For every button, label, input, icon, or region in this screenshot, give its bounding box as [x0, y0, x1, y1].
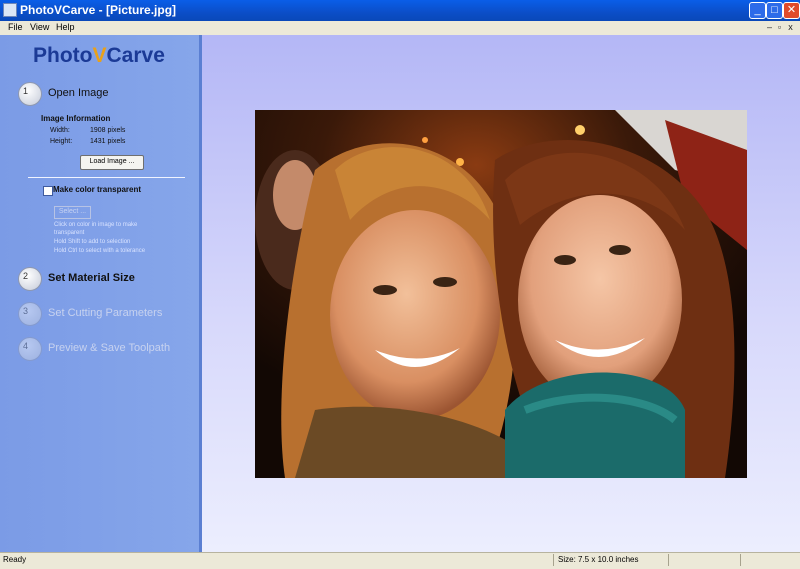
transparent-label: Make color transparent	[53, 185, 142, 194]
menu-bar: File View Help – ▫ x	[0, 21, 800, 35]
close-button[interactable]: ✕	[783, 2, 800, 19]
app-icon	[3, 3, 17, 17]
step-preview-save-toolpath[interactable]: Preview & Save Toolpath	[48, 342, 170, 354]
menu-help[interactable]: Help	[56, 22, 75, 32]
app-logo: PhotoVCarve	[33, 44, 165, 67]
width-label: Width:	[50, 127, 70, 134]
photo-image	[255, 110, 747, 478]
help-text: Hold Ctrl to select with a tolerance	[54, 248, 146, 254]
help-text: Click on color in image to make	[54, 222, 138, 228]
status-text: Ready	[3, 555, 27, 564]
window-title: PhotoVCarve - [Picture.jpg]	[20, 3, 177, 17]
status-bar: Ready Size: 7.5 x 10.0 inches	[0, 552, 800, 569]
step-4-icon: 4	[18, 337, 42, 361]
title-bar[interactable]: PhotoVCarve - [Picture.jpg] _ □ ✕	[0, 0, 800, 21]
step-2-icon: 2	[18, 267, 42, 291]
transparent-checkbox[interactable]	[43, 186, 53, 196]
status-separator	[740, 554, 741, 566]
size-readout: Size: 7.5 x 10.0 inches	[558, 555, 639, 564]
step-open-image[interactable]: Open Image	[48, 87, 109, 99]
menu-view[interactable]: View	[30, 22, 49, 32]
help-text: Hold Shift to add to selection	[54, 239, 131, 245]
status-separator	[668, 554, 669, 566]
load-image-button[interactable]: Load Image ...	[80, 155, 144, 170]
step-3-icon: 3	[18, 302, 42, 326]
height-label: Height:	[50, 138, 73, 145]
height-value: 1431 pixels	[90, 138, 126, 145]
select-color-button[interactable]: Select ...	[54, 206, 91, 219]
step-set-material-size[interactable]: Set Material Size	[48, 272, 135, 284]
step-set-cutting-parameters[interactable]: Set Cutting Parameters	[48, 307, 162, 319]
status-separator	[553, 554, 554, 566]
step-1-icon: 1	[18, 82, 42, 106]
image-canvas[interactable]	[202, 35, 800, 552]
divider	[28, 177, 185, 178]
minimize-button[interactable]: _	[749, 2, 766, 19]
help-text: transparent	[54, 230, 85, 236]
child-minimize-icon[interactable]: –	[765, 22, 774, 32]
wizard-sidebar: PhotoVCarve 1 Open Image Image Informati…	[0, 35, 202, 552]
menu-file[interactable]: File	[8, 22, 23, 32]
child-close-icon[interactable]: x	[786, 22, 795, 32]
width-value: 1908 pixels	[90, 127, 126, 134]
child-restore-icon[interactable]: ▫	[775, 22, 784, 32]
loaded-photo[interactable]	[255, 110, 747, 478]
maximize-button[interactable]: □	[766, 2, 783, 19]
image-info-title: Image Information	[41, 114, 111, 123]
